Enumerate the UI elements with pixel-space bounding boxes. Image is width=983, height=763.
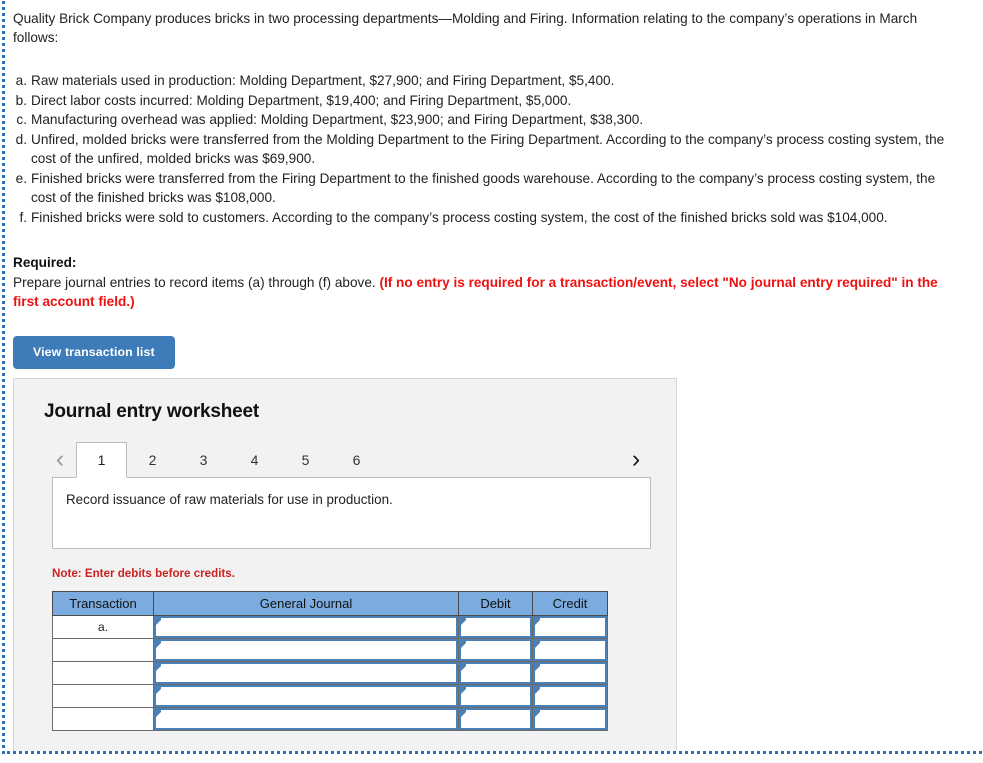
fact-marker: e. [15, 170, 27, 186]
table-row: a. [52, 614, 608, 639]
debit-input-cell [458, 614, 533, 639]
required-label: Required: [13, 255, 77, 270]
account-select[interactable] [154, 684, 458, 707]
worksheet-tab-3[interactable]: 3 [178, 442, 229, 478]
question-dotted-frame: Quality Brick Company produces bricks in… [2, 0, 983, 754]
fact-text: Manufacturing overhead was applied: Mold… [31, 112, 644, 127]
worksheet-title: Journal entry worksheet [44, 400, 260, 422]
journal-entry-worksheet-panel: Journal entry worksheet ‹ 123456 › Recor… [13, 377, 677, 751]
fact-text: Direct labor costs incurred: Molding Dep… [31, 92, 572, 108]
worksheet-tab-6[interactable]: 6 [331, 442, 382, 478]
worksheet-tab-4[interactable]: 4 [229, 442, 280, 478]
credit-input-cell [532, 706, 608, 731]
journal-table-header-row: Transaction General Journal Debit Credit [52, 590, 608, 616]
fact-text: Unfired, molded bricks were transferred … [31, 131, 945, 167]
fact-marker: a. [15, 73, 27, 88]
credit-input[interactable] [533, 615, 607, 638]
fact-item: c. Manufacturing overhead was applied: Mo… [13, 110, 983, 130]
account-select-cell [153, 637, 459, 662]
transaction-label-cell [52, 706, 154, 731]
credit-input[interactable] [533, 661, 607, 684]
question-content: Quality Brick Company produces bricks in… [13, 9, 983, 751]
required-instructions: Prepare journal entries to record items … [13, 273, 953, 312]
account-select-cell [153, 683, 459, 708]
debit-input-cell [458, 660, 533, 685]
table-row [52, 660, 608, 685]
fact-item: a. Raw materials used in production: Mold… [13, 71, 983, 91]
debit-input-cell [458, 637, 533, 662]
column-header-transaction: Transaction [52, 590, 154, 616]
debit-input[interactable] [459, 707, 532, 730]
fact-item: f. Finished bricks were sold to customers… [13, 208, 983, 228]
table-row [52, 683, 608, 708]
debit-input[interactable] [459, 684, 532, 707]
worksheet-tab-strip: ‹ 123456 › [14, 441, 676, 478]
worksheet-tab-2[interactable]: 2 [127, 442, 178, 478]
account-select-cell [153, 660, 459, 685]
worksheet-tab-1[interactable]: 1 [76, 441, 127, 478]
column-header-debit: Debit [458, 590, 533, 616]
table-row [52, 637, 608, 662]
account-select-cell [153, 706, 459, 731]
debit-input[interactable] [459, 615, 532, 638]
account-select[interactable] [154, 707, 458, 730]
account-select[interactable] [154, 638, 458, 661]
facts-list: a. Raw materials used in production: Mold… [13, 71, 983, 227]
transaction-label-cell [52, 660, 154, 685]
chevron-right-icon[interactable]: › [620, 442, 652, 478]
debit-input[interactable] [459, 661, 532, 684]
fact-text: Finished bricks were sold to customers. … [31, 209, 888, 225]
transaction-label-cell [52, 683, 154, 708]
required-block: Required: Prepare journal entries to rec… [13, 253, 983, 312]
transaction-description-box: Record issuance of raw materials for use… [52, 476, 651, 549]
debit-input-cell [458, 683, 533, 708]
credit-input-cell [532, 660, 608, 685]
fact-marker: f. [19, 209, 27, 225]
fact-marker: c. [16, 112, 27, 127]
account-select[interactable] [154, 661, 458, 684]
chevron-left-icon[interactable]: ‹ [44, 442, 76, 478]
transaction-label-cell [52, 637, 154, 662]
journal-entry-table: Transaction General Journal Debit Credit a. [52, 590, 608, 731]
transaction-label-cell: a. [52, 614, 154, 639]
fact-marker: d. [15, 131, 27, 147]
debits-before-credits-note: Note: Enter debits before credits. [52, 566, 235, 580]
credit-input-cell [532, 683, 608, 708]
column-header-credit: Credit [532, 590, 608, 616]
debit-input[interactable] [459, 638, 532, 661]
credit-input[interactable] [533, 684, 607, 707]
fact-marker: b. [15, 92, 27, 108]
credit-input[interactable] [533, 707, 607, 730]
fact-item: e. Finished bricks were transferred from … [13, 169, 983, 208]
debit-input-cell [458, 706, 533, 731]
column-header-general-journal: General Journal [153, 590, 459, 616]
credit-input-cell [532, 614, 608, 639]
worksheet-tab-5[interactable]: 5 [280, 442, 331, 478]
fact-text: Finished bricks were transferred from th… [31, 170, 936, 206]
required-instructions-text: Prepare journal entries to record items … [13, 274, 380, 290]
fact-item: b. Direct labor costs incurred: Molding D… [13, 91, 983, 111]
transaction-description-text: Record issuance of raw materials for use… [66, 491, 393, 507]
account-select-cell [153, 614, 459, 639]
credit-input-cell [532, 637, 608, 662]
fact-text: Raw materials used in production: Moldin… [31, 73, 615, 88]
problem-intro: Quality Brick Company produces bricks in… [13, 11, 918, 45]
account-select[interactable] [154, 615, 458, 638]
table-row [52, 706, 608, 731]
view-transaction-list-button[interactable]: View transaction list [13, 335, 175, 369]
credit-input[interactable] [533, 638, 607, 661]
fact-item: d. Unfired, molded bricks were transferre… [13, 130, 983, 169]
